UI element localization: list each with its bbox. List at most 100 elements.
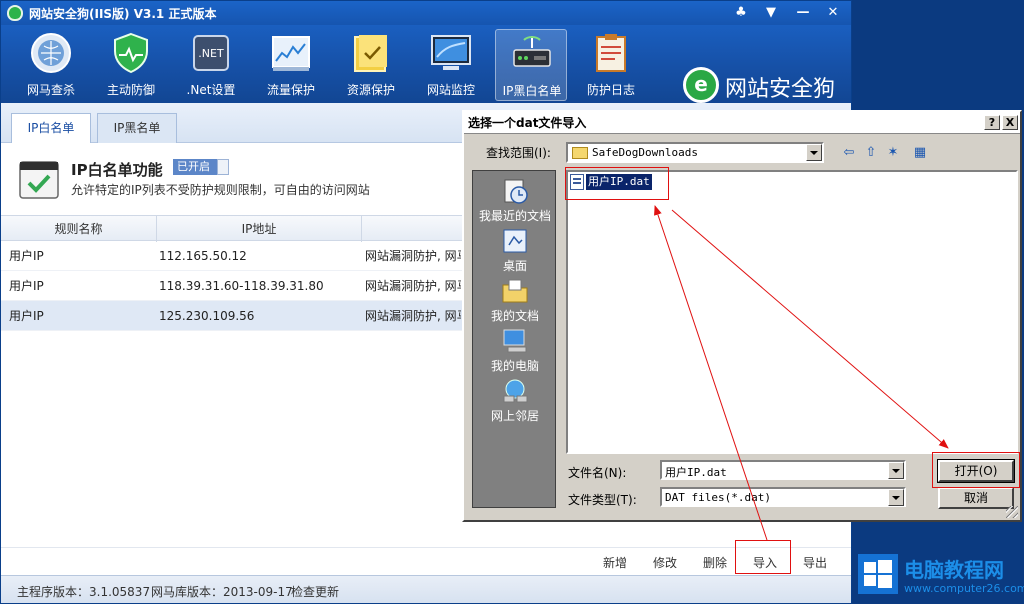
add-button[interactable]: 新增	[603, 554, 627, 571]
toolbar-item-traffic-protection[interactable]: 流量保护	[255, 29, 327, 101]
up-folder-icon[interactable]: ⇧	[862, 144, 880, 162]
check-update-link[interactable]: 检查更新	[291, 583, 339, 600]
title-bar[interactable]: 网站安全狗(IIS版) V3.1 正式版本 ♣ ▼ — ✕	[1, 1, 851, 25]
place-my-computer[interactable]: 我的电脑	[473, 325, 557, 375]
look-in-label: 查找范围(I):	[486, 146, 551, 160]
action-bar: 新增 修改 删除 导入 导出	[1, 547, 851, 575]
scope-cell: 网站漏洞防护, 网马	[365, 249, 461, 263]
delete-button[interactable]: 删除	[703, 554, 727, 571]
dialog-close-button[interactable]: X	[1002, 115, 1018, 130]
toolbar-item-site-monitor[interactable]: 网站监控	[415, 29, 487, 101]
place-my-documents[interactable]: 我的文档	[473, 275, 557, 325]
status-badge: 已开启	[177, 160, 210, 173]
filetype-label: 文件类型(T):	[568, 493, 637, 507]
chevron-down-icon[interactable]	[888, 462, 904, 479]
scope-cell: 网站漏洞防护, 网马	[365, 309, 461, 323]
place-desktop[interactable]: 桌面	[473, 225, 557, 275]
site-watermark: 电脑教程网 www.computer26.com	[858, 552, 1024, 600]
toolbar-item-dotnet-settings[interactable]: .NET .Net设置	[175, 29, 247, 101]
toolbar-item-ip-lists[interactable]: IP黑白名单	[495, 29, 567, 101]
watermark-url: www.computer26.com	[904, 582, 1024, 595]
back-icon[interactable]: ⇦	[840, 144, 858, 162]
filename-label: 文件名(N):	[568, 466, 627, 480]
toolbar-label: 网马查杀	[26, 83, 75, 97]
edit-button[interactable]: 修改	[653, 554, 677, 571]
filename-value: 用户IP.dat	[665, 466, 727, 479]
look-in-value: SafeDogDownloads	[592, 146, 698, 159]
main-version: 主程序版本：3.1.05837	[17, 585, 151, 599]
filetype-value: DAT files(*.dat)	[665, 491, 771, 504]
clipboard-icon	[596, 34, 626, 72]
filename-input[interactable]: 用户IP.dat	[660, 460, 906, 480]
view-menu-icon[interactable]: ▦	[908, 144, 932, 162]
dialog-title: 选择一个dat文件导入	[468, 116, 587, 130]
place-recent[interactable]: 我最近的文档	[473, 175, 557, 225]
close-button[interactable]: ✕	[821, 3, 845, 23]
rule-name-cell: 用户IP	[9, 279, 44, 293]
place-network[interactable]: 网上邻居	[473, 375, 557, 425]
chevron-down-icon[interactable]	[806, 144, 822, 161]
shield-check-icon	[114, 32, 148, 74]
watermark-title: 电脑教程网	[904, 558, 1004, 582]
toolbar-label: 网站监控	[426, 83, 475, 97]
folder-check-icon	[354, 35, 387, 72]
feature-title: IP白名单功能	[71, 161, 163, 179]
folder-icon	[572, 147, 588, 159]
virus-db-version: 网马库版本：2013-09-17	[151, 585, 293, 599]
highlight-box-file	[565, 167, 669, 200]
toolbar-label: 防护日志	[586, 83, 635, 97]
shield-icon	[7, 5, 23, 21]
window-title: 网站安全狗(IIS版) V3.1 正式版本	[29, 7, 217, 21]
brand-logo: e	[683, 67, 719, 103]
toolbar-label: IP黑白名单	[502, 84, 562, 98]
place-label: 我的电脑	[490, 359, 539, 373]
place-label: 我最近的文档	[478, 209, 551, 223]
status-toggle[interactable]: 已开启	[173, 159, 229, 175]
toolbar-label: .Net设置	[186, 83, 236, 97]
minimize-button[interactable]: —	[791, 3, 815, 23]
toolbar-label: 流量保护	[266, 83, 315, 97]
toolbar-item-active-defense[interactable]: 主动防御	[95, 29, 167, 101]
column-header-rule-name[interactable]: 规则名称	[1, 216, 157, 242]
look-in-dropdown[interactable]: SafeDogDownloads	[566, 142, 824, 163]
tab-ip-whitelist[interactable]: IP白名单	[11, 113, 91, 144]
svg-text:.NET: .NET	[198, 47, 224, 60]
main-toolbar: 网马查杀 主动防御 .NET .Net设置 流量保护 资源保护 网站监控 IP黑…	[1, 25, 851, 103]
filetype-select[interactable]: DAT files(*.dat)	[660, 487, 906, 507]
skin-icon[interactable]: ♣	[729, 3, 753, 23]
export-button[interactable]: 导出	[803, 554, 827, 571]
router-icon	[513, 36, 551, 67]
my-documents-icon	[502, 279, 528, 303]
rule-name-cell: 用户IP	[9, 249, 44, 263]
scope-cell: 网站漏洞防护, 网马	[365, 279, 461, 293]
menu-dropdown-icon[interactable]: ▼	[759, 3, 783, 23]
toolbar-item-protection-log[interactable]: 防护日志	[575, 29, 647, 101]
resize-grip[interactable]	[1006, 506, 1018, 518]
place-label: 网上邻居	[490, 409, 539, 423]
help-button[interactable]: ?	[984, 115, 1000, 130]
highlight-box-open	[932, 452, 1020, 488]
toolbar-item-trojan-scan[interactable]: 网马查杀	[15, 29, 87, 101]
cancel-button[interactable]: 取消	[938, 487, 1014, 509]
ip-cell: 118.39.31.60-118.39.31.80	[159, 279, 324, 293]
file-list[interactable]: 用户IP.dat	[566, 170, 1018, 454]
brand-name: 网站安全狗	[725, 77, 836, 102]
dotnet-icon: .NET	[193, 35, 229, 71]
traffic-chart-icon	[272, 36, 310, 71]
feature-description: 允许特定的IP列表不受防护规则限制，可自由的访问网站	[71, 183, 370, 197]
places-bar: 我最近的文档 桌面 我的文档 我的电脑 网上邻居	[472, 170, 556, 508]
windows-logo-icon	[858, 554, 898, 594]
toolbar-label: 主动防御	[106, 83, 155, 97]
tab-ip-blacklist[interactable]: IP黑名单	[97, 113, 177, 143]
new-folder-icon[interactable]: ✶	[884, 144, 902, 162]
chevron-down-icon[interactable]	[888, 489, 904, 506]
column-header-ip[interactable]: IP地址	[157, 216, 362, 242]
globe-scan-icon	[31, 33, 71, 73]
rule-name-cell: 用户IP	[9, 309, 44, 323]
dialog-title-bar[interactable]: 选择一个dat文件导入 ? X	[464, 112, 1020, 134]
whitelist-check-icon	[19, 161, 59, 199]
highlight-box-import	[735, 540, 791, 574]
toggle-knob	[217, 159, 229, 175]
toolbar-item-resource-protection[interactable]: 资源保护	[335, 29, 407, 101]
ip-cell: 125.230.109.56	[159, 309, 255, 323]
